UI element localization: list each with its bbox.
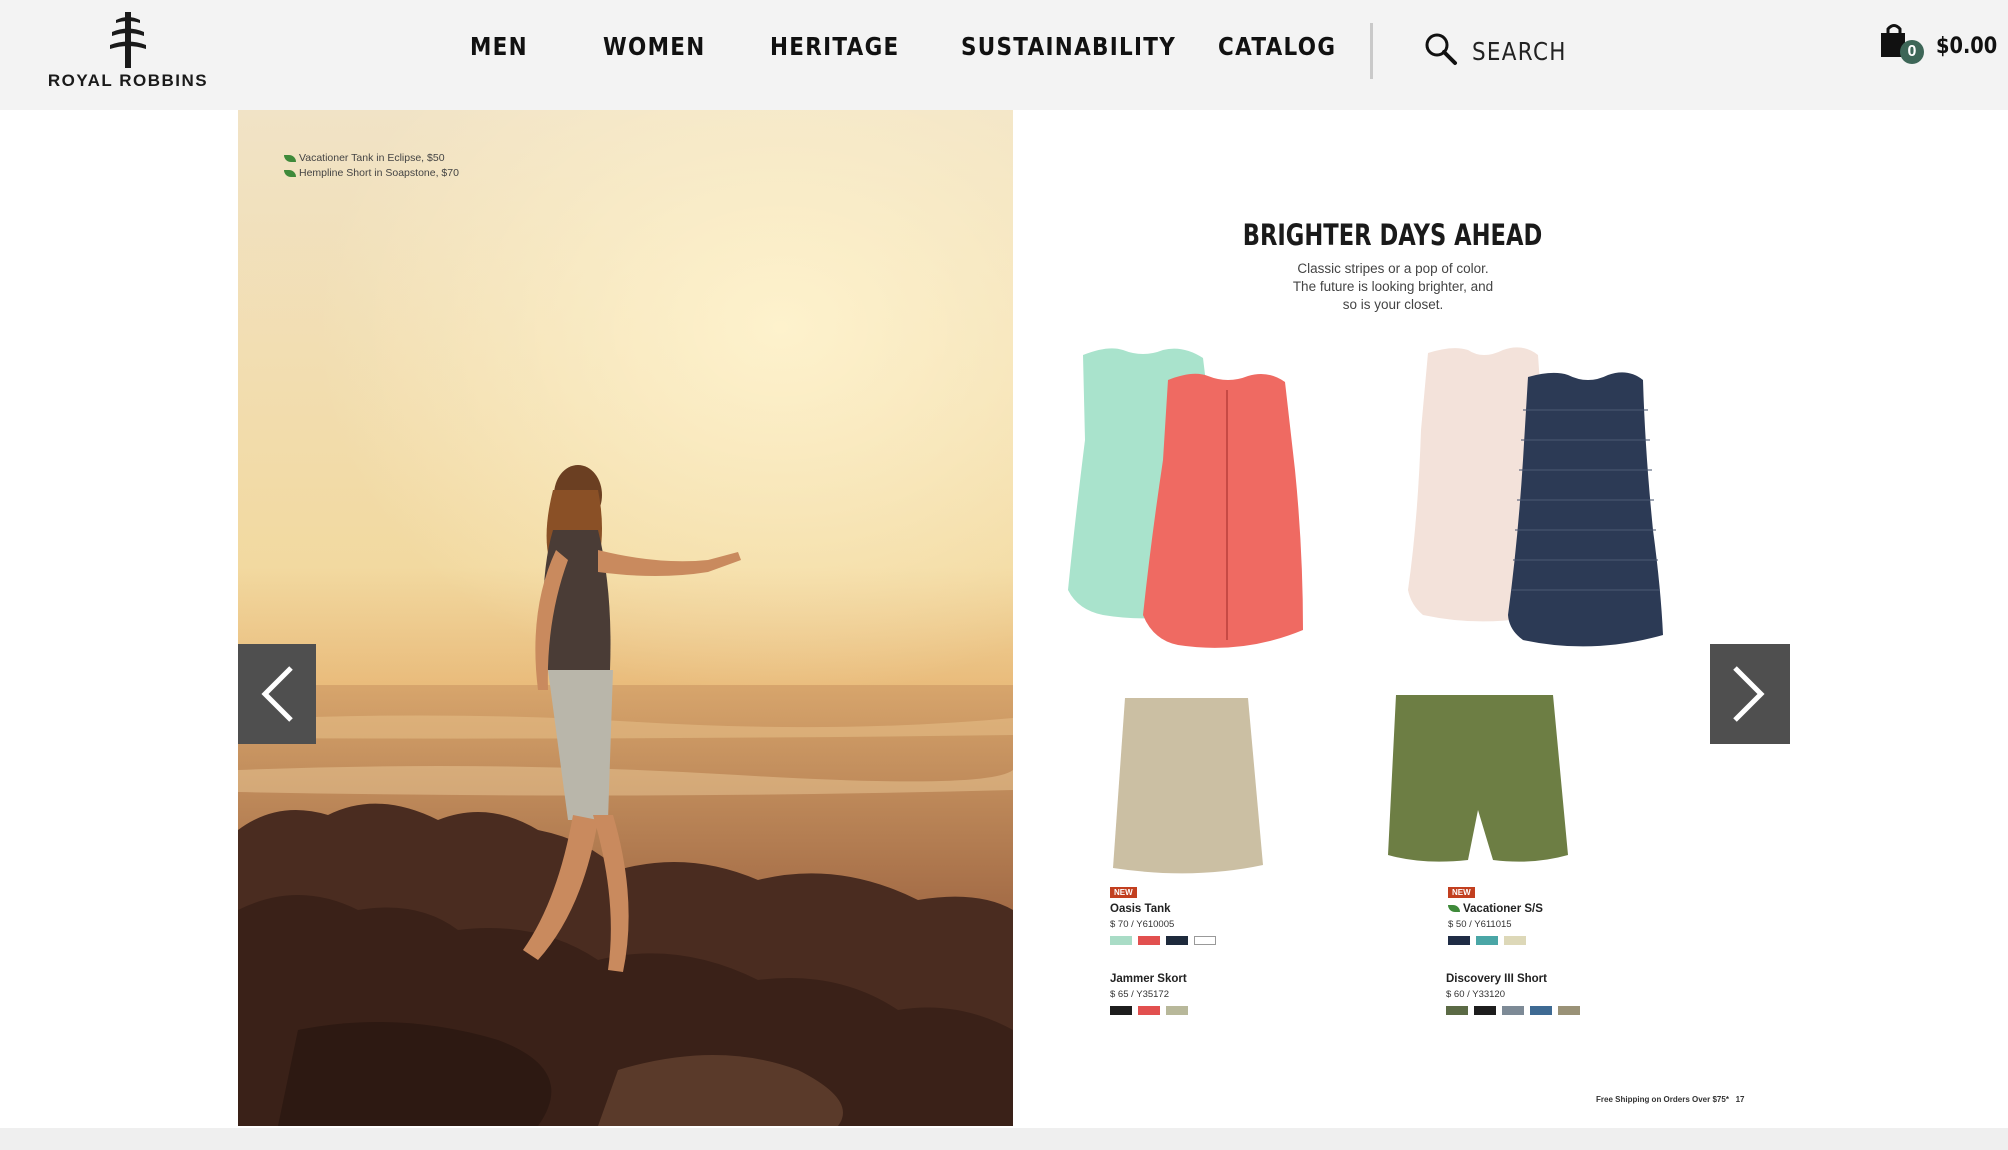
page-footer: Free Shipping on Orders Over $75* 17 [1596, 1095, 1745, 1104]
vacationer-tank-navy [1508, 372, 1663, 647]
photo-caption: Vacationer Tank in Eclipse, $50 Hempline… [284, 151, 459, 181]
product-name: Oasis Tank [1110, 903, 1171, 915]
color-swatches [1110, 936, 1216, 945]
search-input[interactable] [1472, 32, 1662, 70]
page-number: 17 [1735, 1095, 1745, 1104]
swatch-mint[interactable] [1110, 936, 1132, 945]
catalog-spread: Vacationer Tank in Eclipse, $50 Hempline… [238, 110, 1772, 1126]
product-images [1068, 347, 1663, 874]
product-vacationer[interactable]: NEW Vacationer S/S $ 50 / Y611015 [1448, 886, 1543, 945]
catalog-page: BRIGHTER DAYS AHEAD Classic stripes or a… [1013, 110, 1772, 1126]
prev-page-button[interactable] [238, 644, 316, 744]
product-oasis-tank[interactable]: NEW Oasis Tank $ 70 / Y610005 [1110, 886, 1216, 945]
caption-line-2: Hempline Short in Soapstone, $70 [284, 166, 459, 181]
brand-logo[interactable]: ROYAL ROBBINS [38, 12, 218, 92]
swatch-tan[interactable] [1558, 1006, 1580, 1015]
swatch-khaki[interactable] [1166, 1006, 1188, 1015]
swatch-gray[interactable] [1502, 1006, 1524, 1015]
swatch-olive[interactable] [1446, 1006, 1468, 1015]
cart-button[interactable]: 0 $0.00 [1878, 22, 1998, 72]
chevron-right-icon [1733, 666, 1765, 722]
product-price: $ 60 / Y33120 [1446, 989, 1505, 1000]
cart-total: $0.00 [1936, 34, 1998, 59]
product-price: $ 50 / Y611015 [1448, 919, 1512, 930]
color-swatches [1446, 1006, 1580, 1015]
nav-sustainability[interactable]: SUSTAINABILITY [961, 32, 1176, 61]
swatch-teal[interactable] [1476, 936, 1498, 945]
leaf-icon [284, 169, 296, 177]
nav-men[interactable]: MEN [470, 32, 528, 61]
swatch-black[interactable] [1474, 1006, 1496, 1015]
product-name: Jammer Skort [1110, 973, 1187, 985]
jammer-skort [1113, 698, 1263, 874]
leaf-icon [284, 154, 296, 162]
brand-name: ROYAL ROBBINS [47, 71, 209, 90]
discovery-short [1388, 695, 1568, 862]
nav-catalog[interactable]: CATALOG [1218, 32, 1336, 61]
swatch-navy[interactable] [1448, 936, 1470, 945]
tree-logo-icon [110, 12, 146, 68]
swatch-black[interactable] [1110, 1006, 1132, 1015]
nav-women[interactable]: WOMEN [603, 32, 706, 61]
swatch-coral[interactable] [1138, 1006, 1160, 1015]
new-badge: NEW [1448, 887, 1475, 898]
color-swatches [1110, 1006, 1188, 1015]
beach-photo: Vacationer Tank in Eclipse, $50 Hempline… [238, 110, 1013, 1126]
color-swatches [1448, 936, 1543, 945]
nav-divider [1370, 23, 1373, 79]
product-name: Discovery III Short [1446, 973, 1547, 985]
swatch-blue[interactable] [1530, 1006, 1552, 1015]
leaf-icon [1448, 905, 1460, 913]
bottom-strip [0, 1128, 2008, 1150]
search-icon[interactable] [1424, 32, 1458, 66]
product-price: $ 70 / Y610005 [1110, 919, 1175, 930]
nav-heritage[interactable]: HERITAGE [770, 32, 900, 61]
next-page-button[interactable] [1710, 644, 1790, 744]
product-discovery-short[interactable]: Discovery III Short $ 60 / Y33120 [1446, 968, 1580, 1015]
site-header: ROYAL ROBBINS MEN WOMEN HERITAGE SUSTAIN… [0, 0, 2008, 110]
caption-line-1: Vacationer Tank in Eclipse, $50 [284, 151, 459, 166]
product-name: Vacationer S/S [1448, 903, 1543, 915]
oasis-tank-coral [1143, 373, 1303, 648]
chevron-left-icon [261, 666, 293, 722]
swatch-coral[interactable] [1138, 936, 1160, 945]
swatch-navy[interactable] [1166, 936, 1188, 945]
beach-photo-image [238, 110, 1013, 1126]
new-badge: NEW [1110, 887, 1137, 898]
swatch-white[interactable] [1194, 936, 1216, 945]
swatch-cream[interactable] [1504, 936, 1526, 945]
cart-count-badge: 0 [1900, 40, 1924, 64]
product-price: $ 65 / Y35172 [1110, 989, 1169, 1000]
product-jammer-skort[interactable]: Jammer Skort $ 65 / Y35172 [1110, 968, 1188, 1015]
